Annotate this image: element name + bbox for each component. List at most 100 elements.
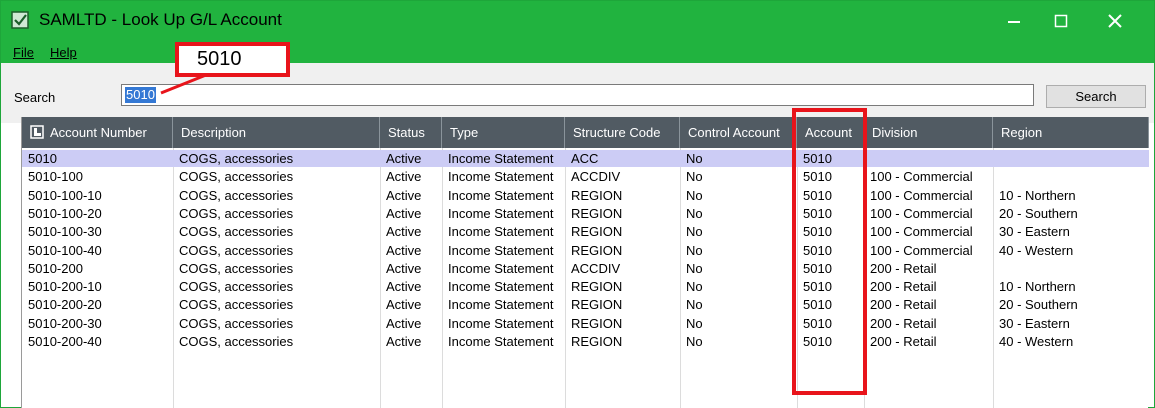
table-cell: 100 - Commercial [870,169,973,185]
table-cell: Active [386,242,422,258]
table-cell: 100 - Commercial [870,242,973,258]
table-cell: Active [386,334,422,349]
table-cell: 5010 [803,151,832,166]
table-cell [864,150,993,167]
table-cell: 5010 [803,260,832,276]
table-cell: COGS, accessories [179,334,294,349]
table-cell: Income Statement [448,224,554,240]
table-cell: COGS, accessories [179,242,294,258]
table-cell: COGS, accessories [179,260,294,276]
table-cell: COGS, accessories [179,224,294,240]
table-cell: COGS, accessories [179,315,294,331]
table-row[interactable]: 5010-100-40 COGS, accessories Active Income… [22,242,1149,259]
table-cell: REGION [571,334,623,349]
table-row[interactable]: 5010-100-20 COGS, accessories Active Income… [22,205,1149,222]
table-cell: REGION [571,205,623,221]
table-cell: Income Statement [448,315,554,331]
table-cell: 200 - Retail [870,297,937,313]
table-cell: REGION [571,279,623,295]
close-button[interactable] [1092,5,1138,37]
table-cell: 100 - Commercial [870,224,973,240]
minimize-icon [1008,21,1020,23]
table-cell: 5010-100 [28,169,83,185]
column-header-label: Structure Code [573,125,661,140]
table-cell: 5010-200-20 [28,297,102,313]
search-label: Search [14,90,56,105]
column-header[interactable]: Control Account [680,117,797,148]
table-cell: No [686,224,703,240]
column-header[interactable]: Type [442,117,565,148]
table-cell: 40 - Western [999,242,1074,258]
table-cell: 200 - Retail [870,334,937,349]
table-cell: No [686,242,703,258]
table-cell: Active [386,224,422,240]
column-header-label: Account Number [50,125,147,140]
table-row[interactable]: 5010-200-20 COGS, accessories Active Income… [22,296,1149,313]
table-cell: 5010-100-20 [28,205,102,221]
table-cell: 5010-100-10 [28,187,102,203]
table-cell: REGION [571,187,623,203]
grid-header: Account Number Description Status Type Struc… [22,117,1149,148]
table-cell: Active [386,187,422,203]
menu-help[interactable]: Help [50,45,77,60]
table-cell: Active [386,279,422,295]
column-header-label: Control Account [688,125,780,140]
column-header[interactable]: Account Number [22,117,173,148]
table-row[interactable]: 5010-100-10 COGS, accessories Active Income… [22,187,1149,204]
table-cell: 5010 [803,297,832,313]
table-cell: No [686,279,703,295]
column-header-label: Type [450,125,479,140]
search-button[interactable]: Search [1046,85,1146,108]
column-header[interactable]: Description [173,117,380,148]
column-chooser-icon[interactable] [30,125,44,139]
table-cell: 30 - Eastern [999,224,1070,240]
table-cell: No [686,187,703,203]
column-header[interactable]: Status [380,117,442,148]
table-cell: 5010 [803,169,832,185]
table-row[interactable]: 5010 COGS, accessories Active Income Statem… [22,150,1149,167]
table-cell: ACC [571,151,599,166]
table-cell: 5010 [28,151,57,166]
menu-file[interactable]: File [13,45,34,60]
table-cell: REGION [571,224,623,240]
column-header-label: Region [1001,125,1043,140]
table-cell: 5010 [803,224,832,240]
table-cell: Active [386,151,422,166]
table-cell: 5010-100-30 [28,224,102,240]
table-cell: 200 - Retail [870,260,937,276]
maximize-button[interactable] [1038,5,1084,37]
title-bar[interactable]: SAMLTD - Look Up G/L Account [1,1,1154,41]
table-cell: Income Statement [448,279,554,295]
table-cell: 20 - Southern [999,297,1078,313]
table-cell [993,260,1149,277]
search-input[interactable]: 5010 [121,84,1034,106]
table-row[interactable]: 5010-100-30 COGS, accessories Active Income… [22,223,1149,240]
table-cell: COGS, accessories [179,151,294,166]
minimize-button[interactable] [991,5,1037,37]
table-cell: Income Statement [448,205,554,221]
results-grid: Account Number Description Status Type Struc… [21,117,1149,408]
table-row[interactable]: 5010-200-10 COGS, accessories Active Income… [22,278,1149,295]
table-row[interactable]: 5010-200-30 COGS, accessories Active Income… [22,315,1149,332]
column-header[interactable]: Structure Code [565,117,680,148]
table-row[interactable]: 5010-200-40 COGS, accessories Active Income… [22,333,1149,350]
table-cell: Active [386,169,422,185]
window-title: SAMLTD - Look Up G/L Account [39,10,282,29]
table-cell: 5010 [803,315,832,331]
table-cell: 10 - Northern [999,279,1076,295]
table-cell: 5010-200-30 [28,315,102,331]
table-row[interactable]: 5010-200 COGS, accessories Active Income St… [22,260,1149,277]
table-cell: 5010 [803,205,832,221]
menu-bar: File Help [1,41,1154,63]
table-row[interactable]: 5010-100 COGS, accessories Active Income St… [22,168,1149,185]
table-cell: 20 - Southern [999,205,1078,221]
table-cell: Income Statement [448,242,554,258]
table-cell: 30 - Eastern [999,315,1070,331]
table-cell: Income Statement [448,297,554,313]
table-cell: 10 - Northern [999,187,1076,203]
table-cell: COGS, accessories [179,279,294,295]
column-header[interactable]: Division [864,117,993,148]
column-header[interactable]: Account [797,117,864,148]
table-cell: No [686,297,703,313]
column-header[interactable]: Region [993,117,1149,148]
